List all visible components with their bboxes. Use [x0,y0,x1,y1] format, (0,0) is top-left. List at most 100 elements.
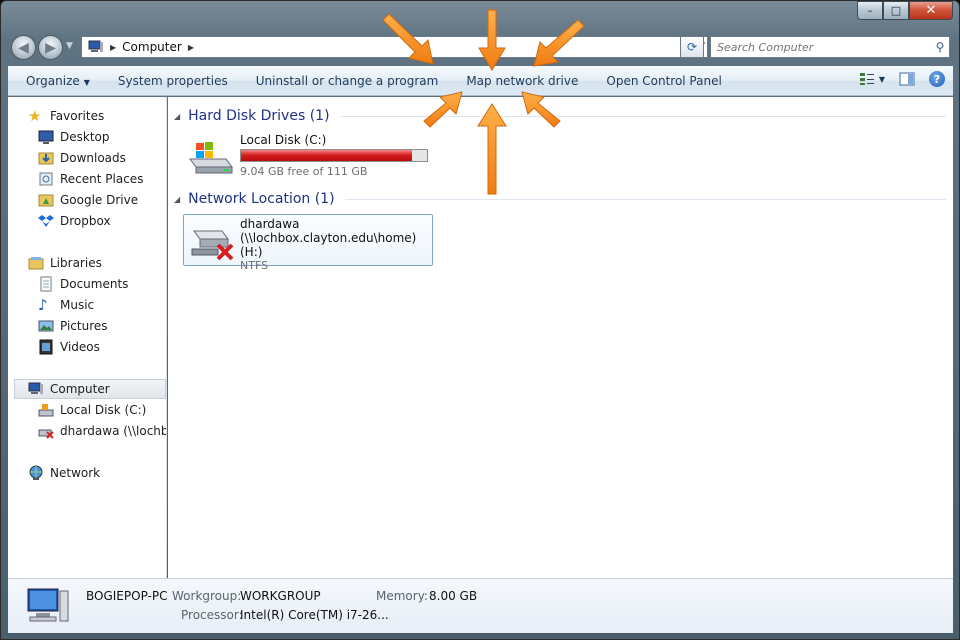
open-control-panel-button[interactable]: Open Control Panel [592,74,735,88]
search-box[interactable]: ⚲ [710,36,950,58]
sidebar-item-label: Desktop [60,130,110,144]
sidebar-item-music[interactable]: ♪ Music [38,295,94,315]
back-arrow-icon: ◀ [18,39,29,56]
videos-icon [39,339,53,355]
change-view-button[interactable]: ▼ [859,72,885,86]
sidebar-item-google-drive[interactable]: Google Drive [38,190,138,210]
system-properties-button[interactable]: System properties [104,74,242,88]
sidebar-item-label: Network [50,466,101,480]
sidebar-item-label: Music [60,298,95,312]
sidebar-item-label: Local Disk (C:) [60,403,147,417]
sidebar-item-downloads[interactable]: Downloads [38,148,126,168]
back-button[interactable]: ◀ [11,35,36,60]
breadcrumb-separator-icon[interactable]: ▶ [110,43,116,52]
refresh-icon: ⟳ [686,40,698,54]
command-bar-right: ▼ ? [859,71,945,87]
group-title: Hard Disk Drives (1) [188,108,330,124]
explorer-window: – □ ✕ ◀ ▶ ▼ ▶ Computer ▶ ▼ ⟳ ⚲ Organize▼… [0,0,960,640]
disconnected-network-drive-icon [191,230,234,261]
refresh-button[interactable]: ⟳ [680,36,704,58]
hard-drive-icon [38,404,54,417]
sidebar-item-desktop[interactable]: Desktop [38,127,110,147]
computer-icon [28,382,43,394]
computer-name: BOGIEPOP-PC [86,589,168,603]
processor-label: Processor: [181,608,243,622]
disconnected-network-drive-icon [38,429,54,439]
sidebar-item-libraries[interactable]: Libraries [28,253,102,273]
sidebar-item-label: Favorites [50,109,105,123]
close-button[interactable]: ✕ [909,1,953,20]
chevron-down-icon: ▼ [83,77,90,87]
group-divider [339,115,946,117]
collapse-triangle-icon[interactable]: ◢ [174,112,180,121]
help-icon[interactable]: ? [929,71,945,87]
preview-pane-icon[interactable] [899,72,915,86]
sidebar-item-label: Google Drive [60,193,139,207]
organize-button[interactable]: Organize ▼ [8,74,104,88]
libraries-icon [28,257,44,270]
organize-label: Organize [26,73,80,88]
sidebar-item-videos[interactable]: Videos [38,337,100,357]
details-pane: BOGIEPOP-PC Workgroup: WORKGROUP Memory:… [8,578,953,633]
sidebar-item-dropbox[interactable]: Dropbox [38,211,111,231]
forward-button[interactable]: ▶ [38,35,63,60]
memory-value: 8.00 GB [429,589,478,603]
google-drive-icon [38,194,54,207]
group-header-network-location[interactable]: ◢ Network Location (1) [174,189,946,209]
disk-usage-fill [241,150,412,161]
uninstall-program-button[interactable]: Uninstall or change a program [242,74,453,88]
caption-buttons: – □ ✕ [857,1,953,21]
group-title: Network Location (1) [188,191,335,207]
memory-label: Memory: [376,589,428,603]
hard-drive-icon [189,142,233,174]
dropbox-icon [38,215,54,227]
sidebar-item-pictures[interactable]: Pictures [38,316,108,336]
sidebar-item-label: Recent Places [60,172,144,186]
computer-icon [88,40,103,52]
sidebar-item-label: Pictures [60,319,108,333]
sidebar-item-local-disk[interactable]: Local Disk (C:) [38,400,146,420]
sidebar-item-label: Videos [60,340,100,354]
drive-free-space: 9.04 GB free of 111 GB [240,165,368,178]
content-pane: ◢ Hard Disk Drives (1) Local Disk (C:) 9… [168,97,953,578]
sidebar-item-documents[interactable]: Documents [38,274,128,294]
downloads-folder-icon [38,152,54,165]
breadcrumb-separator-icon[interactable]: ▶ [188,43,194,52]
maximize-button[interactable]: □ [883,1,909,20]
computer-icon [27,588,69,622]
address-bar[interactable]: ▶ Computer ▶ ▼ [81,36,708,58]
local-disk-tile[interactable]: Local Disk (C:) 9.04 GB free of 111 GB [186,133,428,178]
breadcrumb-computer[interactable]: Computer [122,40,182,54]
search-icon[interactable]: ⚲ [931,40,949,54]
workgroup-label: Workgroup: [172,589,242,603]
forward-arrow-icon: ▶ [45,39,56,56]
sidebar-item-favorites[interactable]: ★ Favorites [28,106,104,126]
group-header-hard-disk-drives[interactable]: ◢ Hard Disk Drives (1) [174,106,946,126]
network-drive-path: (\\lochbox.clayton.edu\home) (H:) [240,231,417,259]
recent-places-icon [39,172,53,186]
network-drive-tile[interactable]: dhardawa (\\lochbox.clayton.edu\home) (H… [183,214,433,272]
desktop-icon [38,130,54,144]
network-drive-filesystem: NTFS [240,259,269,272]
sidebar-item-label: Computer [50,382,110,396]
workgroup-value: WORKGROUP [240,589,321,603]
recent-pages-dropdown[interactable]: ▼ [66,41,73,51]
pictures-icon [38,320,54,332]
sidebar-item-computer[interactable]: Computer [14,379,166,399]
navigation-row: ◀ ▶ ▼ ▶ Computer ▶ ▼ ⟳ ⚲ [9,34,953,60]
command-bar: Organize ▼ System properties Uninstall or… [8,66,953,96]
sidebar-item-network-drive[interactable]: dhardawa (\\lochbo [38,421,166,441]
music-note-icon: ♪ [38,296,48,314]
minimize-button[interactable]: – [857,1,883,20]
chevron-down-icon: ▼ [878,74,885,84]
map-network-drive-button[interactable]: Map network drive [452,74,592,88]
network-globe-icon [29,465,43,480]
sidebar-item-recent-places[interactable]: Recent Places [38,169,143,189]
collapse-triangle-icon[interactable]: ◢ [174,195,180,204]
sidebar-item-label: Libraries [50,256,102,270]
network-drive-name: dhardawa [240,217,300,231]
sidebar-item-network[interactable]: Network [28,463,100,483]
search-input[interactable] [711,40,931,54]
navigation-pane: ★ Favorites Desktop Downloads Recent Pla… [8,97,167,578]
view-options-icon [859,73,874,85]
